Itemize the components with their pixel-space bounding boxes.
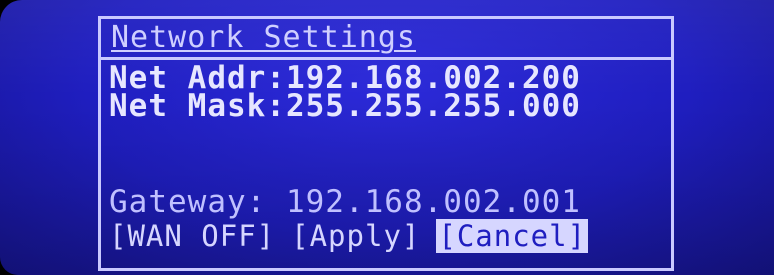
button-bar: [WAN OFF] [Apply] [Cancel] <box>109 219 589 253</box>
apply-button[interactable]: [Apply] <box>291 219 420 253</box>
wan-toggle-button[interactable]: [WAN OFF] <box>109 219 275 253</box>
device-bezel: Network Settings Net Addr:192.168.002.20… <box>0 0 774 275</box>
net-mask-label: Net Mask: <box>109 88 286 124</box>
net-mask-value[interactable]: 255.255.255.000 <box>286 88 581 124</box>
gateway-value[interactable]: 192.168.002.001 <box>286 184 581 220</box>
net-mask-row[interactable]: Net Mask:255.255.255.000 <box>109 89 581 123</box>
gateway-row[interactable]: Gateway: 192.168.002.001 <box>109 185 581 219</box>
lcd-screen: Network Settings Net Addr:192.168.002.20… <box>98 16 674 271</box>
screen-title: Network Settings <box>111 20 416 55</box>
gateway-label: Gateway: <box>109 184 286 220</box>
cancel-button[interactable]: [Cancel] <box>436 219 589 253</box>
